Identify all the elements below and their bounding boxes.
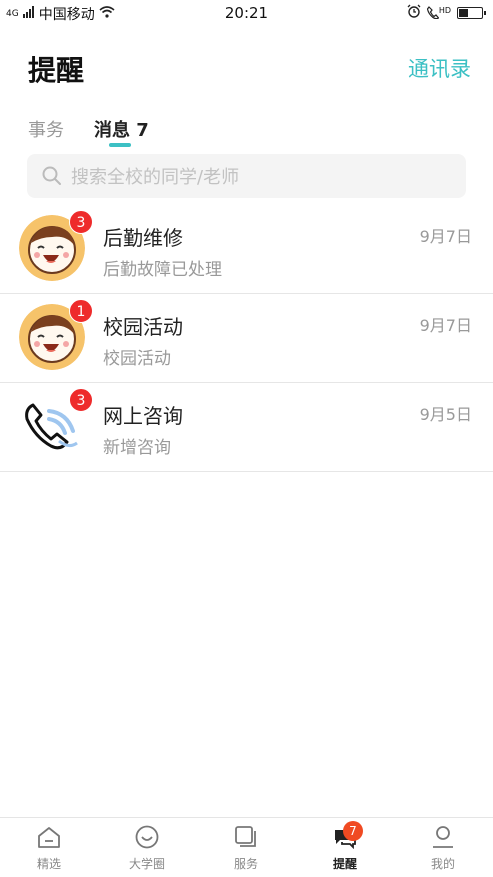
page-title: 提醒 [28, 54, 85, 87]
person-icon [433, 826, 453, 848]
message-date: 9月7日 [419, 227, 472, 246]
hd-label: HD [438, 6, 451, 15]
bottom-tab-bar: 精选 大学圈 服务 7 提醒 我的 [0, 817, 493, 877]
alarm-icon [407, 4, 421, 21]
status-bar: 4G 中国移动 20:21 HD [0, 0, 493, 26]
message-row-repair[interactable]: 3 后勤维修 后勤故障已处理 9月7日 [0, 205, 493, 294]
message-row-consult[interactable]: 3 网上咨询 新增咨询 9月5日 [0, 383, 493, 472]
header: 提醒 通讯录 [0, 40, 493, 100]
message-subtitle: 后勤故障已处理 [103, 260, 222, 280]
unread-badge: 1 [69, 299, 93, 323]
tabbar-label: 服务 [233, 857, 258, 871]
avatar: 3 [19, 388, 93, 459]
contacts-link[interactable]: 通讯录 [408, 53, 471, 83]
segment-tabs: 事务 消息 7 [28, 116, 149, 150]
message-title: 后勤维修 [103, 226, 183, 250]
tabbar-item-mine[interactable]: 我的 [394, 818, 492, 877]
message-date: 9月5日 [419, 405, 472, 424]
tabbar-item-circle[interactable]: 大学圈 [98, 818, 196, 877]
avatar: 3 [19, 210, 93, 281]
message-row-activity[interactable]: 1 校园活动 校园活动 9月7日 [0, 294, 493, 383]
status-right: HD [407, 4, 486, 21]
tabbar-item-services[interactable]: 服务 [197, 818, 295, 877]
tab-affairs-label: 事务 [28, 120, 64, 141]
tab-messages-label: 消息 7 [94, 120, 149, 141]
message-subtitle: 新增咨询 [103, 438, 171, 458]
tabbar-label: 提醒 [332, 857, 357, 871]
home-icon [38, 827, 60, 848]
tabbar-label: 我的 [430, 857, 455, 871]
tab-affairs[interactable]: 事务 [28, 116, 64, 150]
smile-icon [135, 825, 159, 849]
tab-messages[interactable]: 消息 7 [94, 116, 149, 150]
tabbar-badge: 7 [343, 821, 363, 841]
call-hd-icon: HD [426, 6, 451, 19]
tabbar-label: 精选 [36, 857, 61, 871]
message-title: 网上咨询 [103, 404, 183, 428]
search-input[interactable] [69, 154, 453, 200]
message-subtitle: 校园活动 [103, 349, 171, 369]
message-list: 3 后勤维修 后勤故障已处理 9月7日 1 校园活动 校园活动 9月7日 3 网… [0, 205, 493, 472]
unread-badge: 3 [69, 388, 93, 412]
search-bar[interactable] [27, 154, 466, 200]
tabbar-item-reminders[interactable]: 7 提醒 [296, 818, 394, 877]
unread-badge: 3 [69, 210, 93, 234]
tabbar-label: 大学圈 [128, 857, 165, 871]
message-title: 校园活动 [103, 315, 183, 339]
avatar: 1 [19, 299, 93, 370]
tabbar-item-featured[interactable]: 精选 [0, 818, 98, 877]
message-date: 9月7日 [419, 316, 472, 335]
battery-icon [457, 6, 486, 19]
search-icon [42, 166, 61, 185]
tab-active-indicator [109, 143, 131, 147]
pages-icon [235, 826, 256, 847]
